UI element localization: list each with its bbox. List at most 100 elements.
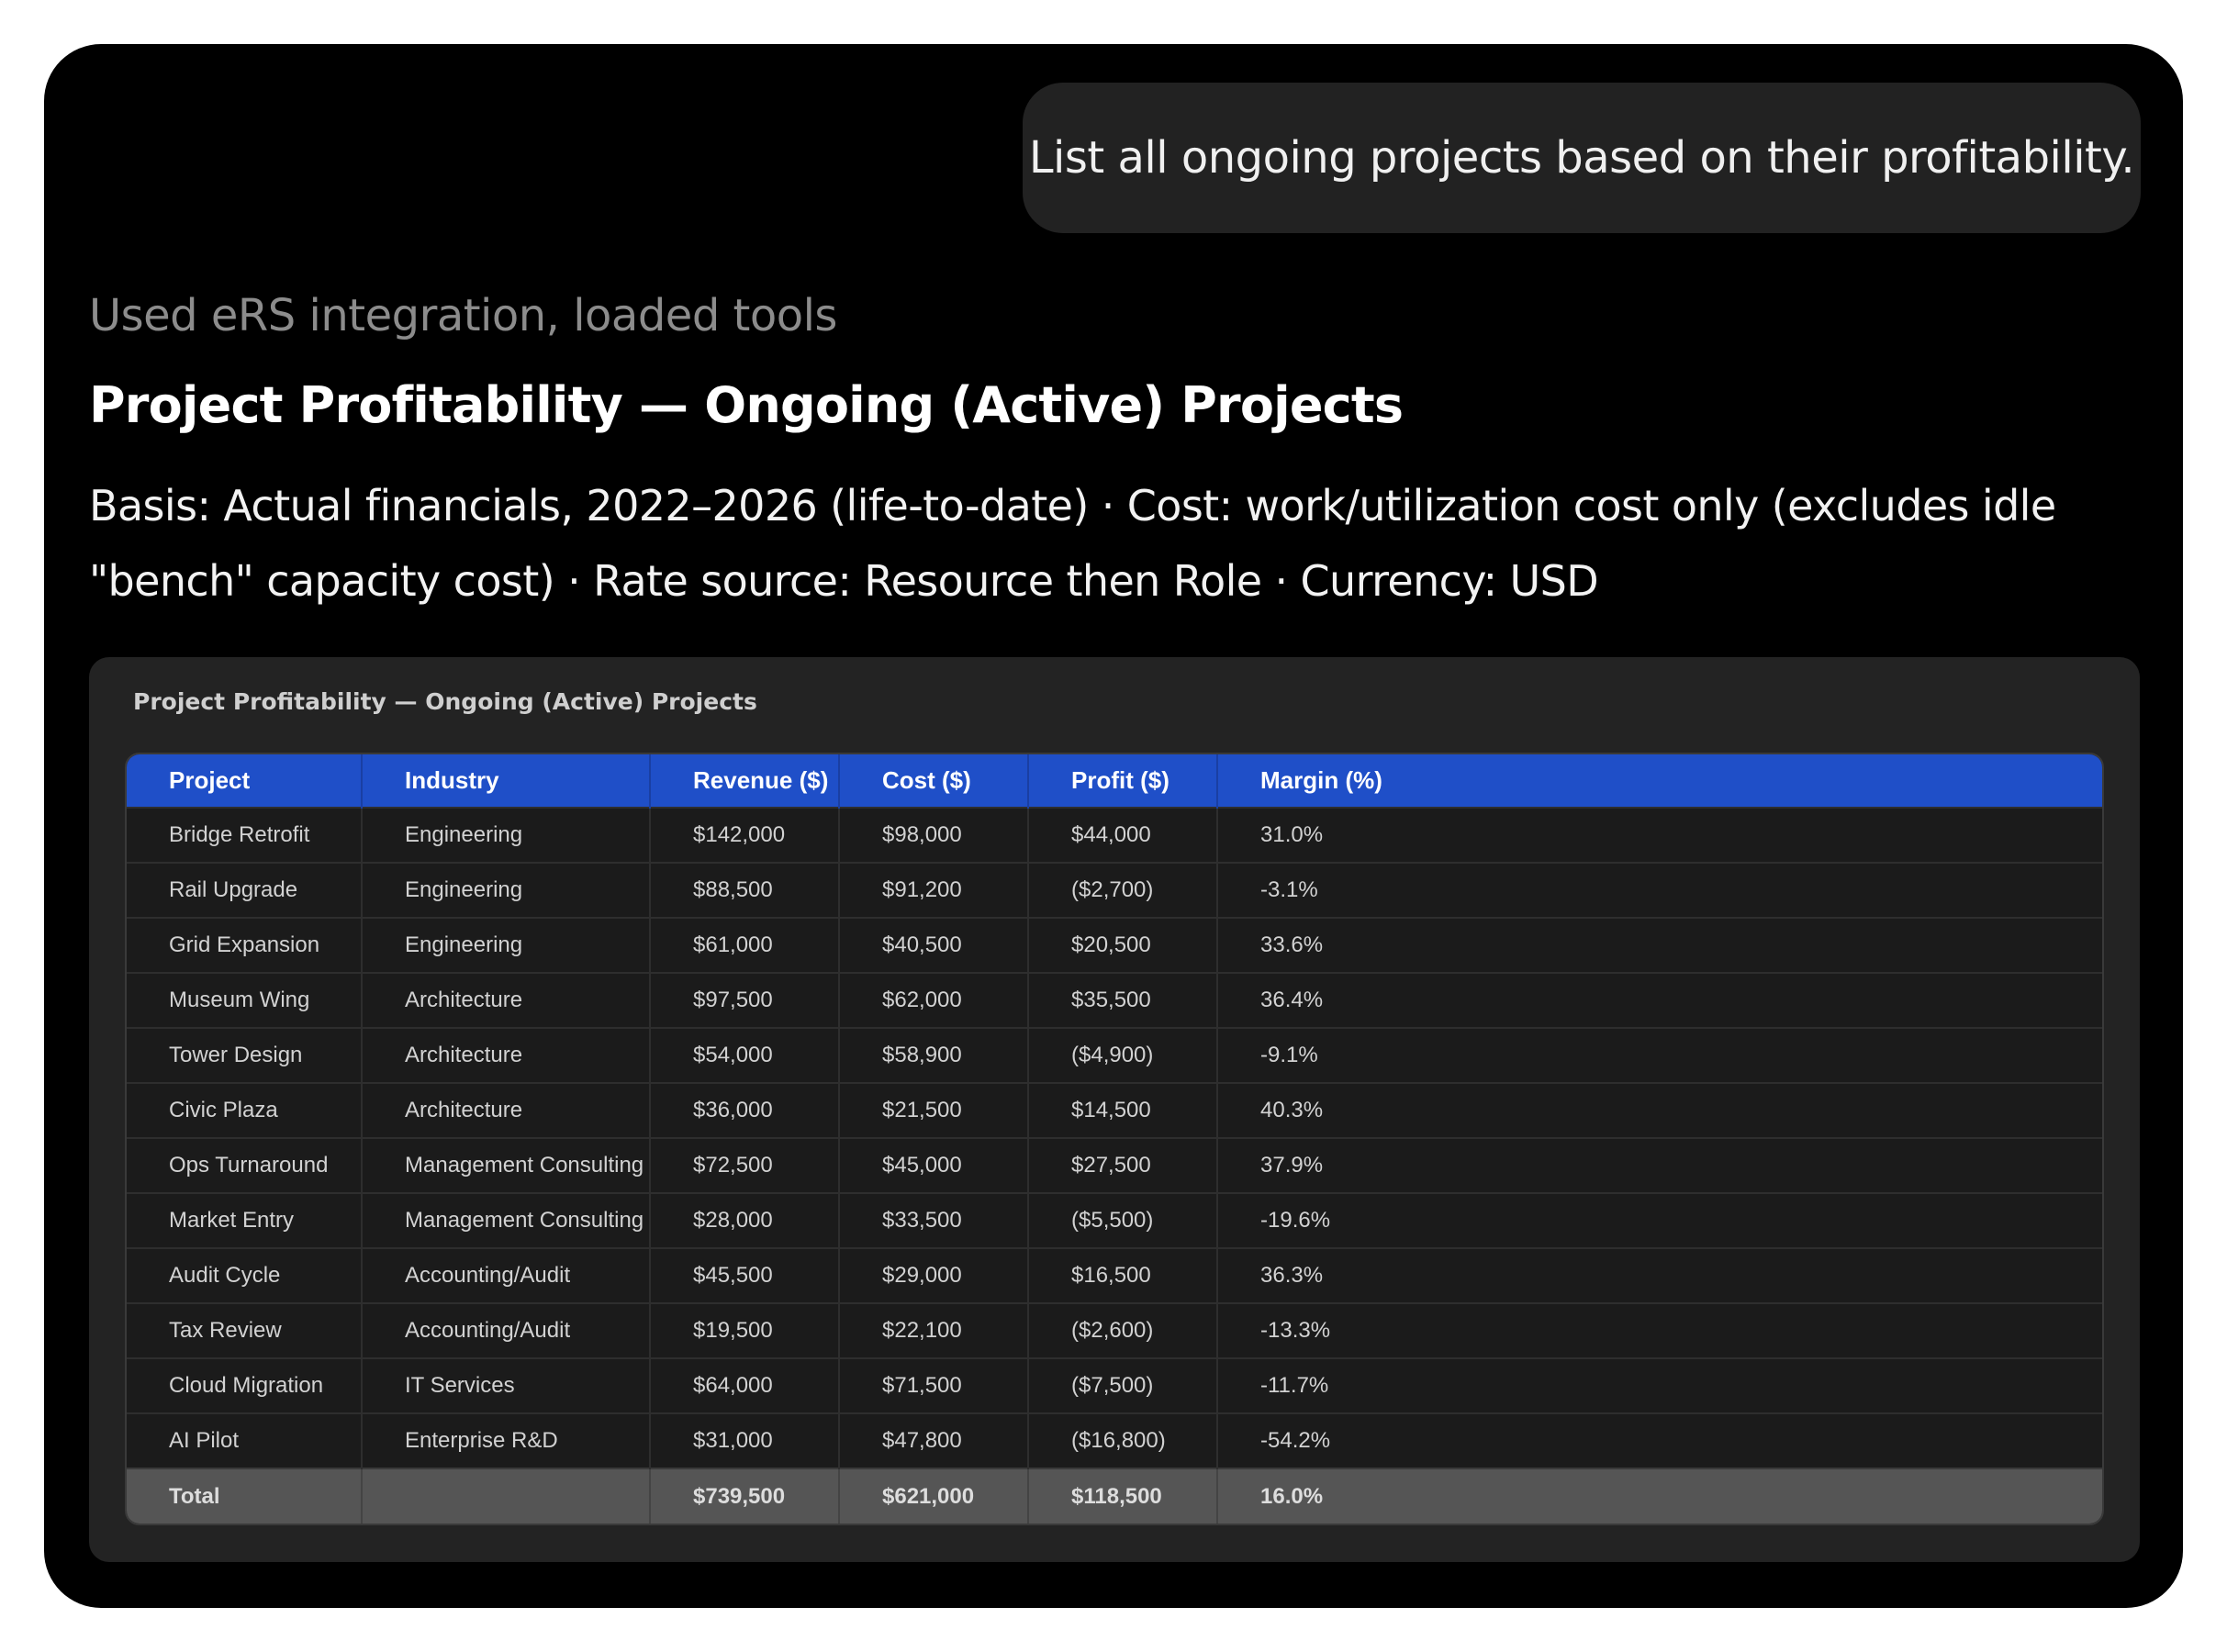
cell-profit: ($2,700)	[1028, 862, 1218, 918]
column-header-margin: Margin (%)	[1217, 754, 2102, 808]
response-heading: Project Profitability — Ongoing (Active)…	[89, 376, 1404, 434]
cell-industry: Enterprise R&D	[362, 1412, 651, 1468]
total-industry	[362, 1468, 651, 1524]
cell-industry: Architecture	[362, 1027, 651, 1083]
column-header-project: Project	[127, 754, 363, 808]
table-row: Bridge Retrofit Engineering $142,000 $98,00…	[127, 807, 2102, 863]
column-header-industry: Industry	[362, 754, 651, 808]
cell-profit: ($7,500)	[1028, 1357, 1218, 1413]
cell-cost: $47,800	[839, 1412, 1029, 1468]
cell-revenue: $142,000	[650, 807, 840, 863]
cell-project: Museum Wing	[127, 972, 363, 1028]
cell-revenue: $61,000	[650, 917, 840, 973]
table-row: Museum Wing Architecture $97,500 $62,000 $35…	[127, 972, 2102, 1028]
cell-industry: Management Consulting	[362, 1137, 651, 1193]
cell-project: Tax Review	[127, 1302, 363, 1358]
cell-profit: $16,500	[1028, 1247, 1218, 1303]
table-card-title: Project Profitability — Ongoing (Active)…	[133, 688, 757, 715]
table-row: Grid Expansion Engineering $61,000 $40,500 $…	[127, 917, 2102, 973]
cell-profit: $35,500	[1028, 972, 1218, 1028]
cell-project: Tower Design	[127, 1027, 363, 1083]
user-message-bubble: List all ongoing projects based on their…	[1023, 83, 2141, 233]
cell-profit: ($4,900)	[1028, 1027, 1218, 1083]
table-row: Civic Plaza Architecture $36,000 $21,500 $14…	[127, 1082, 2102, 1138]
total-margin: 16.0%	[1217, 1468, 2102, 1524]
cell-cost: $45,000	[839, 1137, 1029, 1193]
cell-margin: 37.9%	[1217, 1137, 2102, 1193]
cell-profit: ($16,800)	[1028, 1412, 1218, 1468]
cell-margin: -13.3%	[1217, 1302, 2102, 1358]
cell-industry: Engineering	[362, 917, 651, 973]
cell-margin: 36.3%	[1217, 1247, 2102, 1303]
table-row: Tower Design Architecture $54,000 $58,900 ($…	[127, 1027, 2102, 1083]
cell-project: Market Entry	[127, 1192, 363, 1248]
cell-project: AI Pilot	[127, 1412, 363, 1468]
column-header-revenue: Revenue ($)	[650, 754, 840, 808]
cell-project: Audit Cycle	[127, 1247, 363, 1303]
table-row: AI Pilot Enterprise R&D $31,000 $47,800 ($16…	[127, 1412, 2102, 1468]
cell-project: Grid Expansion	[127, 917, 363, 973]
cell-industry: IT Services	[362, 1357, 651, 1413]
cell-margin: 36.4%	[1217, 972, 2102, 1028]
cell-revenue: $36,000	[650, 1082, 840, 1138]
cell-margin: 33.6%	[1217, 917, 2102, 973]
cell-cost: $21,500	[839, 1082, 1029, 1138]
cell-industry: Engineering	[362, 807, 651, 863]
cell-revenue: $31,000	[650, 1412, 840, 1468]
cell-margin: -9.1%	[1217, 1027, 2102, 1083]
cell-project: Civic Plaza	[127, 1082, 363, 1138]
table-total-row: Total $739,500 $621,000 $118,500 16.0%	[127, 1468, 2102, 1524]
chat-window: List all ongoing projects based on their…	[44, 44, 2183, 1608]
cell-revenue: $97,500	[650, 972, 840, 1028]
basis-line-1: Basis: Actual financials, 2022–2026 (lif…	[89, 481, 2056, 530]
cell-cost: $58,900	[839, 1027, 1029, 1083]
cell-margin: 31.0%	[1217, 807, 2102, 863]
cell-cost: $98,000	[839, 807, 1029, 863]
table-row: Ops Turnaround Management Consulting $72,5…	[127, 1137, 2102, 1193]
user-message-text: List all ongoing projects based on their…	[1028, 132, 2135, 184]
total-cost: $621,000	[839, 1468, 1029, 1524]
cell-project: Ops Turnaround	[127, 1137, 363, 1193]
column-header-profit: Profit ($)	[1028, 754, 1218, 808]
table-header-row: Project Industry Revenue ($) Cost ($) Pr…	[127, 754, 2102, 808]
cell-project: Bridge Retrofit	[127, 807, 363, 863]
column-header-cost: Cost ($)	[839, 754, 1029, 808]
total-profit: $118,500	[1028, 1468, 1218, 1524]
table-row: Audit Cycle Accounting/Audit $45,500 $29,00…	[127, 1247, 2102, 1303]
table-row: Rail Upgrade Engineering $88,500 $91,200 ($2…	[127, 862, 2102, 918]
cell-profit: $20,500	[1028, 917, 1218, 973]
cell-industry: Engineering	[362, 862, 651, 918]
cell-revenue: $45,500	[650, 1247, 840, 1303]
cell-industry: Accounting/Audit	[362, 1247, 651, 1303]
cell-profit: ($2,600)	[1028, 1302, 1218, 1358]
cell-profit: $44,000	[1028, 807, 1218, 863]
basis-description: Basis: Actual financials, 2022–2026 (lif…	[89, 468, 2090, 619]
cell-industry: Architecture	[362, 972, 651, 1028]
cell-project: Rail Upgrade	[127, 862, 363, 918]
cell-cost: $29,000	[839, 1247, 1029, 1303]
cell-profit: $14,500	[1028, 1082, 1218, 1138]
cell-cost: $40,500	[839, 917, 1029, 973]
table-card: Project Profitability — Ongoing (Active)…	[89, 657, 2140, 1562]
cell-industry: Accounting/Audit	[362, 1302, 651, 1358]
cell-revenue: $64,000	[650, 1357, 840, 1413]
total-revenue: $739,500	[650, 1468, 840, 1524]
cell-margin: -19.6%	[1217, 1192, 2102, 1248]
total-label: Total	[127, 1468, 363, 1524]
cell-revenue: $54,000	[650, 1027, 840, 1083]
table-row: Market Entry Management Consulting $28,000…	[127, 1192, 2102, 1248]
cell-industry: Architecture	[362, 1082, 651, 1138]
tools-status[interactable]: Used eRS integration, loaded tools	[89, 290, 837, 341]
basis-line-2: "bench" capacity cost) · Rate source: Re…	[89, 556, 1599, 606]
cell-margin: -3.1%	[1217, 862, 2102, 918]
cell-profit: ($5,500)	[1028, 1192, 1218, 1248]
cell-revenue: $19,500	[650, 1302, 840, 1358]
profitability-table-wrapper: Project Industry Revenue ($) Cost ($) Pr…	[125, 753, 2104, 1525]
table-body: Bridge Retrofit Engineering $142,000 $98,00…	[127, 807, 2102, 1524]
table-row: Cloud Migration IT Services $64,000 $71,500…	[127, 1357, 2102, 1413]
cell-margin: -54.2%	[1217, 1412, 2102, 1468]
cell-revenue: $72,500	[650, 1137, 840, 1193]
cell-margin: 40.3%	[1217, 1082, 2102, 1138]
cell-profit: $27,500	[1028, 1137, 1218, 1193]
cell-industry: Management Consulting	[362, 1192, 651, 1248]
